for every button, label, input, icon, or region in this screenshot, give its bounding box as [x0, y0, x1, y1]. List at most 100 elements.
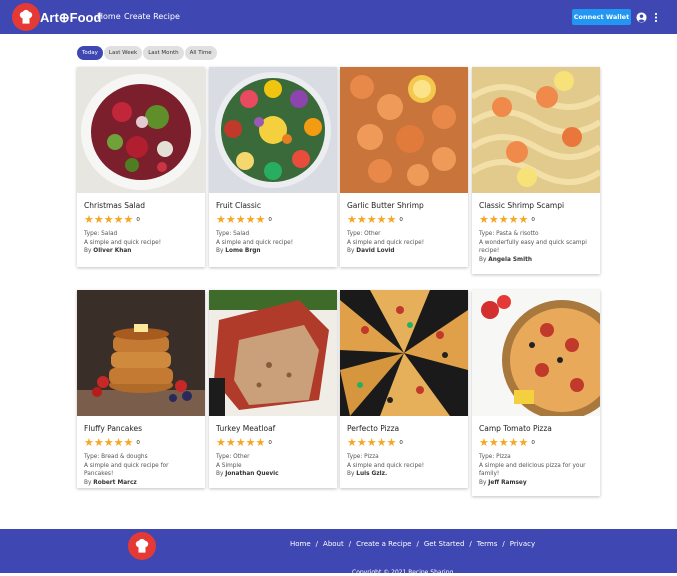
- recipe-description: A simple and quick recipe!: [347, 462, 425, 469]
- star-icon[interactable]: ★: [226, 214, 236, 226]
- recipe-image[interactable]: [209, 67, 337, 193]
- rating-stars[interactable]: ★ ★ ★ ★ ★ 0: [216, 437, 330, 449]
- star-icon[interactable]: ★: [519, 214, 529, 226]
- star-icon[interactable]: ★: [216, 214, 226, 226]
- rating-stars[interactable]: ★ ★ ★ ★ ★ 0: [347, 437, 461, 449]
- recipe-image[interactable]: [340, 67, 468, 193]
- recipe-title[interactable]: Fruit Classic: [216, 201, 330, 210]
- star-icon[interactable]: ★: [84, 214, 94, 226]
- star-icon[interactable]: ★: [124, 214, 134, 226]
- star-icon[interactable]: ★: [256, 437, 266, 449]
- footer-link-privacy[interactable]: Privacy: [510, 540, 535, 548]
- rating-stars[interactable]: ★ ★ ★ ★ ★ 0: [347, 214, 461, 226]
- author-name: Angela Smith: [488, 256, 532, 263]
- star-icon[interactable]: ★: [84, 437, 94, 449]
- recipe-title[interactable]: Camp Tomato Pizza: [479, 424, 593, 433]
- recipe-card[interactable]: Fruit Classic ★ ★ ★ ★ ★ 0 Type: Salad A simp…: [209, 67, 337, 267]
- star-icon[interactable]: ★: [367, 437, 377, 449]
- rating-stars[interactable]: ★ ★ ★ ★ ★ 0: [216, 214, 330, 226]
- recipe-image[interactable]: [77, 67, 205, 193]
- nav-create-recipe[interactable]: Create Recipe: [124, 12, 180, 21]
- star-icon[interactable]: ★: [246, 437, 256, 449]
- recipe-type: Type: Other: [347, 231, 381, 237]
- recipe-title[interactable]: Classic Shrimp Scampi: [479, 201, 593, 210]
- recipe-image[interactable]: [472, 67, 600, 193]
- star-icon[interactable]: ★: [256, 214, 266, 226]
- recipe-image[interactable]: [340, 290, 468, 416]
- footer-link-home[interactable]: Home: [290, 540, 311, 548]
- brand-title[interactable]: Art⊕Food: [40, 10, 101, 26]
- rating-stars[interactable]: ★ ★ ★ ★ ★ 0: [479, 437, 593, 449]
- star-icon[interactable]: ★: [347, 214, 357, 226]
- star-icon[interactable]: ★: [216, 437, 226, 449]
- star-icon[interactable]: ★: [499, 437, 509, 449]
- star-icon[interactable]: ★: [377, 437, 387, 449]
- star-icon[interactable]: ★: [377, 214, 387, 226]
- recipe-card[interactable]: Camp Tomato Pizza ★ ★ ★ ★ ★ 0 Type: Pizza A …: [472, 290, 600, 496]
- star-icon[interactable]: ★: [387, 214, 397, 226]
- star-icon[interactable]: ★: [509, 437, 519, 449]
- star-icon[interactable]: ★: [114, 214, 124, 226]
- recipe-image[interactable]: [209, 290, 337, 416]
- star-icon[interactable]: ★: [114, 437, 124, 449]
- nav-home[interactable]: Home: [97, 12, 121, 21]
- filter-last-month[interactable]: Last Month: [143, 46, 184, 60]
- author-name: Lome Brgn: [225, 248, 261, 254]
- account-button[interactable]: [635, 11, 647, 23]
- star-icon[interactable]: ★: [246, 214, 256, 226]
- recipe-card[interactable]: Perfecto Pizza ★ ★ ★ ★ ★ 0 Type: Pizza A sim…: [340, 290, 468, 488]
- recipe-card[interactable]: Classic Shrimp Scampi ★ ★ ★ ★ ★ 0 Type: Past…: [472, 67, 600, 274]
- recipe-card[interactable]: Christmas Salad ★ ★ ★ ★ ★ 0 Type: Salad A si…: [77, 67, 205, 267]
- recipe-title[interactable]: Fluffy Pancakes: [84, 424, 198, 433]
- star-icon[interactable]: ★: [357, 214, 367, 226]
- rating-stars[interactable]: ★ ★ ★ ★ ★ 0: [84, 437, 198, 449]
- star-icon[interactable]: ★: [94, 214, 104, 226]
- star-icon[interactable]: ★: [226, 437, 236, 449]
- filter-today[interactable]: Today: [77, 46, 103, 60]
- star-icon[interactable]: ★: [479, 437, 489, 449]
- footer-logo[interactable]: [128, 532, 156, 560]
- recipe-card[interactable]: Garlic Butter Shrimp ★ ★ ★ ★ ★ 0 Type: Other…: [340, 67, 468, 267]
- rating-stars[interactable]: ★ ★ ★ ★ ★ 0: [84, 214, 198, 226]
- chef-hat-logo[interactable]: [12, 3, 40, 31]
- more-menu-button[interactable]: [650, 11, 662, 23]
- star-icon[interactable]: ★: [236, 214, 246, 226]
- star-icon[interactable]: ★: [124, 437, 134, 449]
- author-prefix: By: [216, 471, 224, 477]
- rating-count: 0: [136, 440, 140, 446]
- star-icon[interactable]: ★: [509, 214, 519, 226]
- star-icon[interactable]: ★: [236, 437, 246, 449]
- recipe-title[interactable]: Christmas Salad: [84, 201, 198, 210]
- star-icon[interactable]: ★: [94, 437, 104, 449]
- app-header: Art⊕Food Home Create Recipe Connect Wall…: [0, 0, 677, 34]
- footer-link-about[interactable]: About: [323, 540, 344, 548]
- recipe-image[interactable]: [77, 290, 205, 416]
- recipe-title[interactable]: Garlic Butter Shrimp: [347, 201, 461, 210]
- author-prefix: By: [347, 471, 355, 477]
- star-icon[interactable]: ★: [489, 214, 499, 226]
- star-icon[interactable]: ★: [387, 437, 397, 449]
- star-icon[interactable]: ★: [104, 214, 114, 226]
- filter-all-time[interactable]: All Time: [184, 46, 217, 60]
- recipe-image[interactable]: [472, 290, 600, 416]
- recipe-title[interactable]: Perfecto Pizza: [347, 424, 461, 433]
- recipe-card[interactable]: Fluffy Pancakes ★ ★ ★ ★ ★ 0 Type: Bread & do…: [77, 290, 205, 488]
- star-icon[interactable]: ★: [347, 437, 357, 449]
- connect-wallet-button[interactable]: Connect Wallet: [572, 9, 631, 25]
- filter-last-week[interactable]: Last Week: [103, 46, 143, 60]
- recipe-title[interactable]: Turkey Meatloaf: [216, 424, 330, 433]
- recipe-type: Type: Pizza: [479, 454, 511, 460]
- star-icon[interactable]: ★: [357, 437, 367, 449]
- footer-separator: /: [416, 540, 419, 548]
- rating-stars[interactable]: ★ ★ ★ ★ ★ 0: [479, 214, 593, 226]
- footer-link-get-started[interactable]: Get Started: [424, 540, 465, 548]
- star-icon[interactable]: ★: [489, 437, 499, 449]
- star-icon[interactable]: ★: [519, 437, 529, 449]
- footer-link-terms[interactable]: Terms: [477, 540, 498, 548]
- star-icon[interactable]: ★: [499, 214, 509, 226]
- star-icon[interactable]: ★: [367, 214, 377, 226]
- recipe-card[interactable]: Turkey Meatloaf ★ ★ ★ ★ ★ 0 Type: Other A Si…: [209, 290, 337, 488]
- star-icon[interactable]: ★: [479, 214, 489, 226]
- footer-link-create-recipe[interactable]: Create a Recipe: [356, 540, 411, 548]
- star-icon[interactable]: ★: [104, 437, 114, 449]
